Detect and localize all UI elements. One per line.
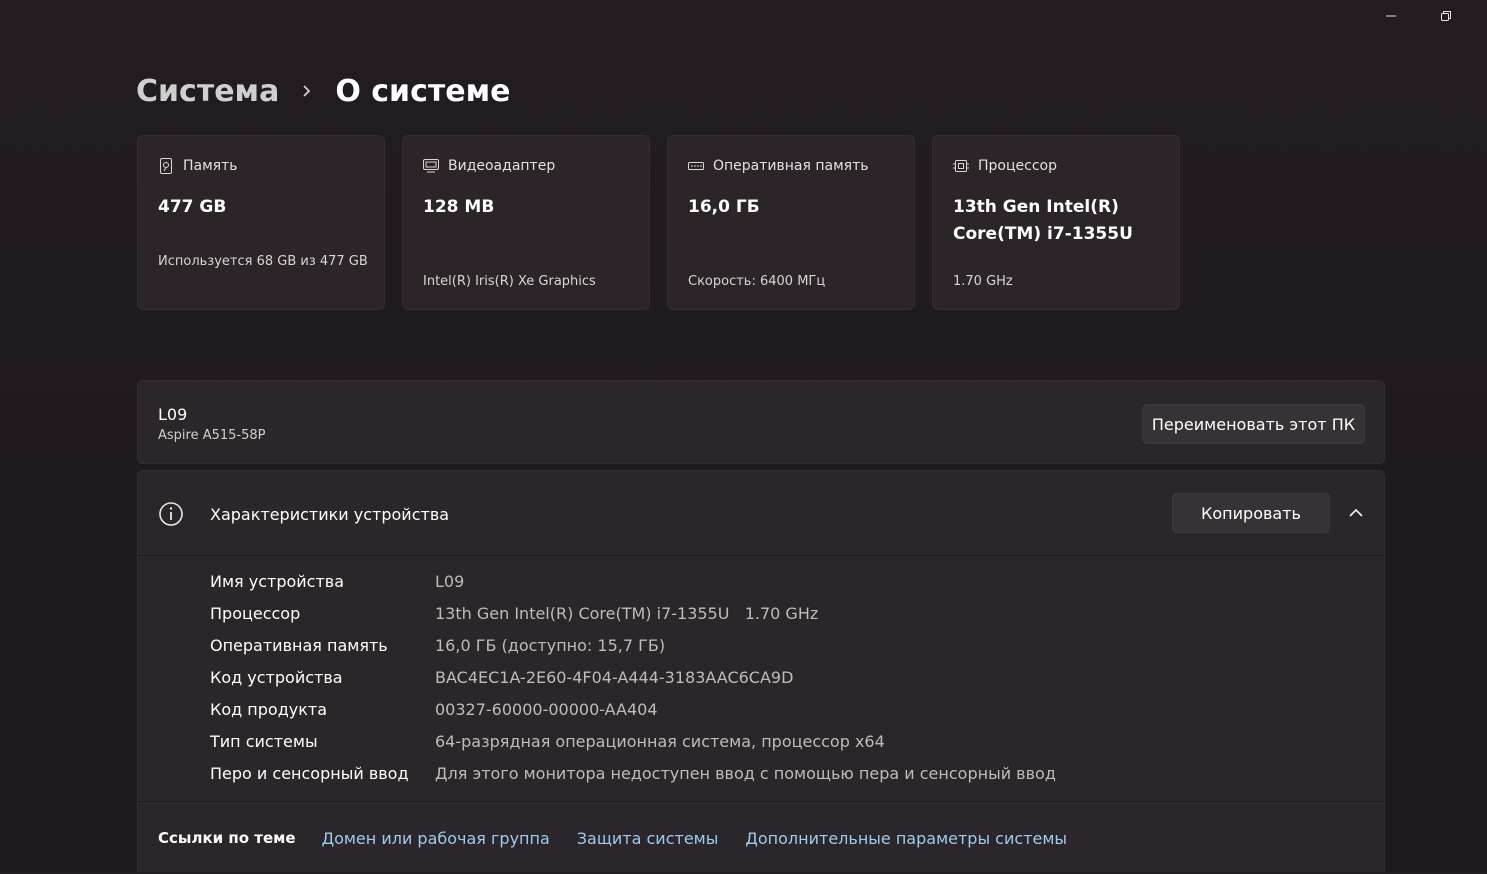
chevron-up-icon	[1349, 508, 1363, 517]
spec-value: 16,0 ГБ (доступно: 15,7 ГБ)	[435, 635, 666, 655]
card-subtitle: Используется 68 GB из 477 GB	[158, 254, 368, 269]
related-links: Ссылки по теме Домен или рабочая группа …	[138, 801, 1384, 874]
card-subtitle: 1.70 GHz	[953, 274, 1013, 289]
card-value: 16,0 ГБ	[688, 197, 760, 217]
chevron-right-icon	[301, 84, 313, 98]
breadcrumb-parent-link[interactable]: Система	[136, 74, 279, 109]
ram-icon	[688, 158, 704, 174]
minimize-icon	[1386, 15, 1396, 17]
card-storage: Память 477 GB Используется 68 GB из 477 …	[137, 135, 385, 310]
link-domain-workgroup[interactable]: Домен или рабочая группа	[322, 829, 550, 848]
card-processor: Процессор 13th Gen Intel(R) Core(TM) i7-…	[932, 135, 1180, 310]
card-graphics: Видеоадаптер 128 MB Intel(R) Iris(R) Xe …	[402, 135, 650, 310]
card-value: 477 GB	[158, 197, 227, 217]
spec-label: Перо и сенсорный ввод	[210, 763, 409, 783]
cpu-icon	[953, 158, 969, 174]
spec-value: 13th Gen Intel(R) Core(TM) i7-1355U 1.70…	[435, 603, 819, 623]
spec-label: Имя устройства	[210, 571, 345, 591]
spec-row-device-name: Имя устройства L09	[210, 565, 1056, 597]
spec-label: Код продукта	[210, 699, 328, 719]
spec-row-product-id: Код продукта 00327-60000-00000-AA404	[210, 693, 1056, 725]
info-icon	[159, 502, 183, 526]
device-specifications-panel: Характеристики устройства Копировать Имя…	[137, 470, 1385, 872]
device-name-panel: L09 Aspire A515-58P Переименовать этот П…	[137, 380, 1385, 464]
page-title: О системе	[335, 73, 511, 109]
spec-value: 00327-60000-00000-AA404	[435, 699, 658, 719]
spec-row-ram: Оперативная память 16,0 ГБ (доступно: 15…	[210, 629, 1056, 661]
breadcrumb: Система О системе	[136, 66, 510, 116]
restore-button[interactable]	[1432, 6, 1460, 26]
related-links-title: Ссылки по теме	[158, 829, 296, 847]
card-title: Память	[183, 158, 238, 174]
specifications-title: Характеристики устройства	[210, 505, 450, 524]
spec-label: Код устройства	[210, 667, 343, 687]
card-value: 128 MB	[423, 197, 495, 217]
spec-value: BAC4EC1A-2E60-4F04-A444-3183AAC6CA9D	[435, 667, 794, 687]
spec-label: Тип системы	[210, 731, 318, 751]
spec-label: Процессор	[210, 603, 301, 623]
link-system-protection[interactable]: Защита системы	[577, 829, 719, 848]
restore-icon	[1441, 11, 1451, 21]
card-subtitle: Intel(R) Iris(R) Xe Graphics	[423, 274, 596, 289]
card-value: 13th Gen Intel(R) Core(TM) i7-1355U	[953, 197, 1133, 244]
collapse-button[interactable]	[1344, 501, 1368, 525]
card-title: Процессор	[978, 158, 1057, 174]
spec-value: L09	[435, 571, 465, 591]
rename-pc-button[interactable]: Переименовать этот ПК	[1142, 404, 1365, 444]
spec-row-system-type: Тип системы 64-разрядная операционная си…	[210, 725, 1056, 757]
spec-row-processor: Процессор 13th Gen Intel(R) Core(TM) i7-…	[210, 597, 1056, 629]
minimize-button[interactable]	[1377, 6, 1405, 26]
specifications-header[interactable]: Характеристики устройства Копировать	[138, 471, 1384, 556]
spec-value: Для этого монитора недоступен ввод с пом…	[435, 763, 1056, 783]
spec-row-device-id: Код устройства BAC4EC1A-2E60-4F04-A444-3…	[210, 661, 1056, 693]
spec-value: 64-разрядная операционная система, проце…	[435, 731, 885, 751]
monitor-icon	[423, 158, 439, 174]
device-model: Aspire A515-58P	[158, 428, 266, 443]
copy-button[interactable]: Копировать	[1172, 493, 1330, 533]
device-name: L09	[158, 405, 188, 424]
card-title: Оперативная память	[713, 158, 869, 174]
card-title: Видеоадаптер	[448, 158, 556, 174]
specifications-list: Имя устройства L09 Процессор 13th Gen In…	[210, 565, 1056, 789]
spec-label: Оперативная память	[210, 635, 388, 655]
storage-icon	[158, 158, 174, 174]
card-ram: Оперативная память 16,0 ГБ Скорость: 640…	[667, 135, 915, 310]
spec-row-pen-touch: Перо и сенсорный ввод Для этого монитора…	[210, 757, 1056, 789]
link-advanced-system-settings[interactable]: Дополнительные параметры системы	[745, 829, 1067, 848]
card-subtitle: Скорость: 6400 МГц	[688, 274, 826, 289]
